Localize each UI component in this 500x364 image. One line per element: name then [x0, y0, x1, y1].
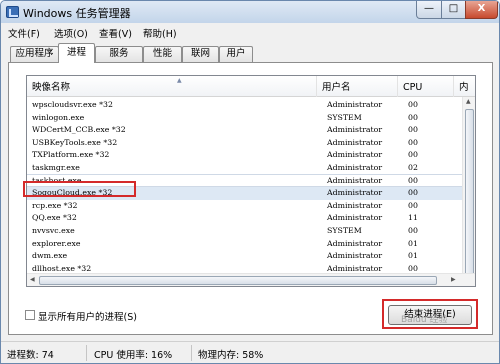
title-bar[interactable]: Windows 任务管理器 — □ X [1, 1, 499, 23]
table-row[interactable]: explorer.exe Administrator 01 [27, 238, 475, 251]
process-name: wpscloudsvr.exe *32 [32, 100, 113, 109]
process-user: Administrator [327, 162, 383, 172]
table-row[interactable]: nvvsvc.exe SYSTEM 00 [27, 225, 475, 238]
column-cpu[interactable]: CPU [398, 76, 454, 97]
status-cpu-usage: CPU 使用率: 16% [94, 350, 173, 361]
process-name: dllhost.exe *32 [32, 263, 92, 273]
process-name: dwm.exe [32, 251, 68, 261]
tab-performance[interactable]: 性能 [143, 46, 182, 62]
tab-users[interactable]: 用户 [219, 46, 253, 62]
status-separator [86, 345, 87, 361]
process-cpu: 00 [408, 150, 418, 160]
process-name: rcp.exe *32 [32, 200, 78, 210]
tab-services[interactable]: 服务 [95, 46, 143, 62]
tab-processes[interactable]: 进程 [58, 43, 95, 63]
tab-applications[interactable]: 应用程序 [10, 46, 59, 62]
process-name: taskmgr.exe [32, 162, 80, 172]
menu-bar: 文件(F) 选项(O) 查看(V) 帮助(H) [1, 23, 499, 40]
process-user: Administrator [327, 213, 383, 223]
status-bar: 进程数: 74 CPU 使用率: 16% 物理内存: 58% [1, 341, 499, 363]
process-name: winlogon.exe [32, 112, 85, 122]
process-user: SYSTEM [327, 112, 362, 122]
table-row[interactable]: taskmgr.exe Administrator 02 [27, 162, 475, 175]
horizontal-scroll-thumb[interactable] [39, 276, 437, 285]
close-button[interactable]: X [465, 1, 498, 19]
task-manager-icon [6, 6, 19, 18]
process-cpu: 00 [408, 112, 418, 122]
process-name: QQ.exe *32 [32, 213, 77, 223]
table-row[interactable]: winlogon.exe SYSTEM 00 [27, 112, 475, 125]
status-physical-memory: 物理内存: 58% [198, 350, 264, 361]
process-cpu: 11 [408, 213, 418, 223]
process-user: Administrator [327, 125, 383, 135]
window-title: Windows 任务管理器 [23, 7, 131, 20]
process-cpu: 01 [408, 238, 418, 248]
watermark: Baidu 经验 [401, 315, 448, 325]
process-user: Administrator [327, 100, 383, 109]
process-cpu: 00 [408, 137, 418, 147]
process-user: Administrator [327, 238, 383, 248]
column-user-name[interactable]: 用户名 [317, 76, 398, 97]
process-user: Administrator [327, 137, 383, 147]
horizontal-scrollbar[interactable]: ◀ ▶ [27, 273, 475, 286]
process-cpu: 00 [408, 175, 418, 185]
process-cpu: 01 [408, 251, 418, 261]
tab-networking[interactable]: 联网 [182, 46, 219, 62]
process-cpu: 00 [408, 100, 418, 109]
process-name: TXPlatform.exe *32 [32, 150, 110, 160]
scroll-up-icon[interactable]: ▲ [466, 98, 471, 105]
column-memory[interactable]: 内 [454, 76, 475, 97]
column-image-name[interactable]: 映像名称 [27, 76, 317, 97]
menu-help[interactable]: 帮助(H) [143, 26, 177, 40]
process-cpu: 00 [408, 188, 418, 198]
vertical-scrollbar[interactable]: ▲ [462, 97, 475, 286]
process-user: Administrator [327, 200, 383, 210]
minimize-button[interactable]: — [416, 1, 442, 19]
process-name: WDCertM_CCB.exe *32 [32, 125, 126, 135]
menu-options[interactable]: 选项(O) [54, 26, 88, 40]
table-row[interactable]: dwm.exe Administrator 01 [27, 250, 475, 263]
sort-ascending-icon: ▲ [177, 77, 182, 84]
menu-view[interactable]: 查看(V) [99, 26, 132, 40]
show-all-users-checkbox[interactable] [25, 310, 35, 320]
process-cpu: 02 [408, 162, 418, 172]
process-cpu: 00 [408, 200, 418, 210]
maximize-button[interactable]: □ [441, 1, 466, 19]
scroll-left-icon[interactable]: ◀ [30, 276, 35, 283]
task-manager-window: Windows 任务管理器 — □ X 文件(F) 选项(O) 查看(V) 帮助… [0, 0, 500, 364]
process-cpu: 00 [408, 225, 418, 235]
process-name: explorer.exe [32, 238, 81, 248]
scroll-right-icon[interactable]: ▶ [451, 276, 456, 283]
table-row[interactable]: TXPlatform.exe *32 Administrator 00 [27, 149, 475, 162]
status-separator [191, 345, 192, 361]
vertical-scroll-thumb[interactable] [465, 109, 474, 284]
process-user: Administrator [327, 150, 383, 160]
table-row[interactable]: WDCertM_CCB.exe *32 Administrator 00 [27, 124, 475, 137]
table-row[interactable]: QQ.exe *32 Administrator 11 [27, 212, 475, 225]
table-row[interactable]: rcp.exe *32 Administrator 00 [27, 200, 475, 213]
process-name: USBKeyTools.exe *32 [32, 137, 118, 147]
selected-process-highlight-box [23, 181, 136, 197]
process-user: SYSTEM [327, 225, 362, 235]
status-process-count: 进程数: 74 [7, 350, 54, 361]
process-user: Administrator [327, 188, 383, 198]
process-list-header: 映像名称 ▲ 用户名 CPU 内 [27, 76, 475, 97]
process-cpu: 00 [408, 263, 418, 273]
process-user: Administrator [327, 175, 383, 185]
table-row[interactable]: wpscloudsvr.exe *32 Administrator 00 [27, 99, 475, 112]
process-name: nvvsvc.exe [32, 225, 75, 235]
show-all-users-label[interactable]: 显示所有用户的进程(S) [38, 309, 137, 323]
process-cpu: 00 [408, 125, 418, 135]
process-user: Administrator [327, 263, 383, 273]
table-row[interactable]: USBKeyTools.exe *32 Administrator 00 [27, 137, 475, 150]
menu-file[interactable]: 文件(F) [8, 26, 40, 40]
process-user: Administrator [327, 251, 383, 261]
